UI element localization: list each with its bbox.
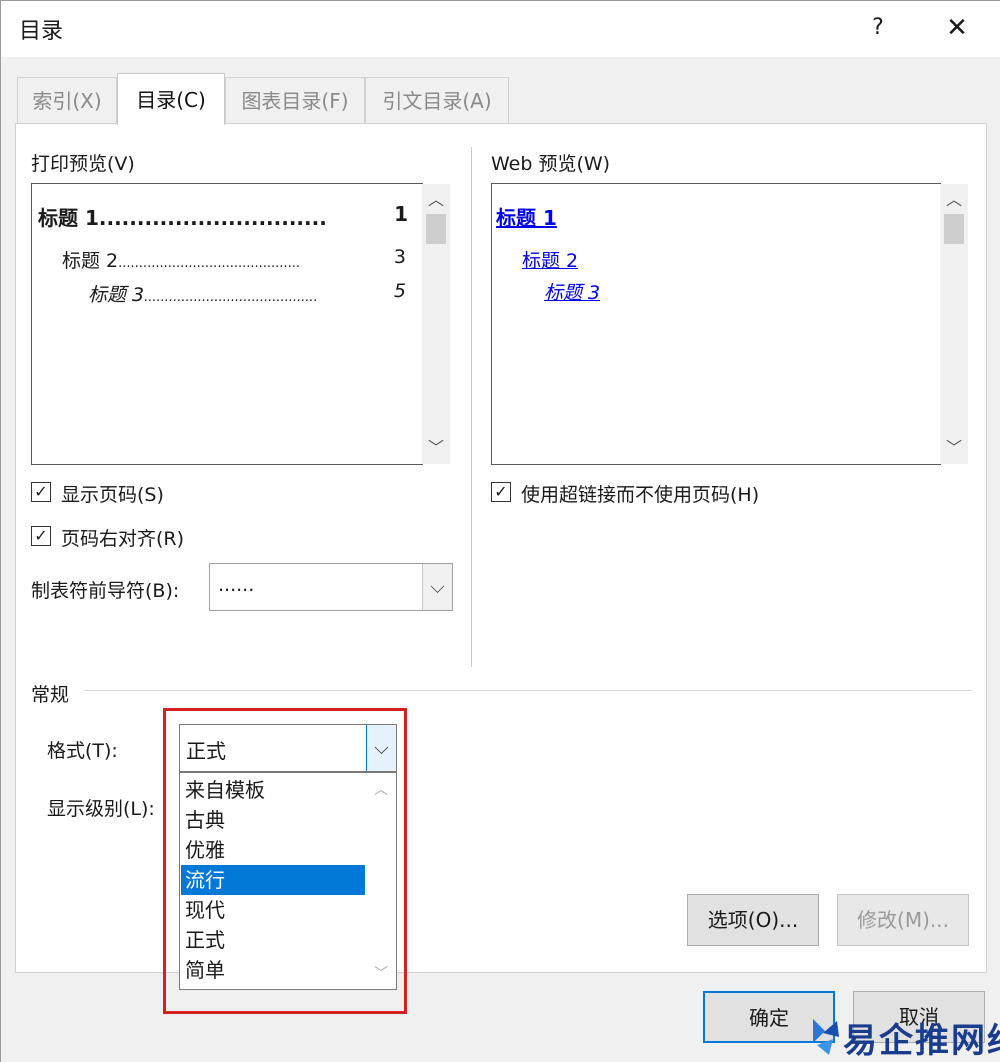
toc-page-2: 3	[393, 246, 406, 268]
web-link-2[interactable]: 标题 2	[522, 246, 578, 273]
list-scroll-up-icon[interactable]: ︿	[370, 779, 392, 801]
title-bar: 目录 ? ✕	[1, 1, 1000, 57]
format-value: 正式	[186, 739, 226, 763]
right-align-checkbox[interactable]: ✓	[31, 526, 51, 546]
print-preview-scrollbar[interactable]: ︿ ﹀	[422, 184, 450, 464]
scroll-up-icon[interactable]: ︿	[940, 186, 968, 214]
scroll-thumb[interactable]	[426, 214, 446, 244]
format-option[interactable]: 现代	[181, 895, 365, 925]
modify-button[interactable]: 修改(M)...	[837, 894, 969, 946]
use-hyperlinks-label[interactable]: 使用超链接而不使用页码(H)	[521, 480, 759, 507]
logo-icon	[813, 1019, 839, 1055]
list-scroll-down-icon[interactable]: ﹀	[370, 963, 392, 985]
toc-page-3: 5	[393, 280, 406, 302]
close-button[interactable]: ✕	[937, 11, 977, 45]
right-align-label[interactable]: 页码右对齐(R)	[61, 524, 184, 551]
column-divider	[471, 147, 472, 667]
chevron-down-icon[interactable]: ⌵	[366, 725, 396, 771]
dialog-title: 目录	[19, 19, 64, 44]
scroll-down-icon[interactable]: ﹀	[422, 434, 450, 462]
format-dropdown-list[interactable]: 来自模板 古典 优雅 流行 现代 正式 简单 ︿ ﹀	[179, 772, 397, 990]
format-option[interactable]: 优雅	[181, 835, 365, 865]
format-option[interactable]: 正式	[181, 925, 365, 955]
web-preview-label: Web 预览(W)	[491, 153, 611, 175]
toc-heading-1: 标题 1	[38, 206, 99, 230]
tab-toc[interactable]: 目录(C)	[117, 73, 225, 125]
scroll-down-icon[interactable]: ﹀	[940, 434, 968, 462]
tab-figures[interactable]: 图表目录(F)	[225, 77, 365, 123]
watermark-logo: 易企推网络	[809, 1009, 1000, 1062]
format-label: 格式(T):	[47, 740, 118, 762]
scroll-thumb[interactable]	[944, 214, 964, 244]
print-preview-line-3: 标题 3....................................…	[88, 280, 406, 307]
show-page-numbers-label[interactable]: 显示页码(S)	[61, 480, 164, 507]
tab-authorities[interactable]: 引文目录(A)	[365, 77, 509, 123]
use-hyperlinks-checkbox[interactable]: ✓	[491, 482, 511, 502]
general-section-label: 常规	[31, 684, 70, 706]
print-preview-box[interactable]: 标题 1.............................. 1 标题 2…	[31, 183, 450, 465]
format-combo[interactable]: 正式 ⌵	[179, 724, 397, 772]
format-option-selected[interactable]: 流行	[181, 865, 365, 895]
format-option[interactable]: 来自模板	[181, 775, 365, 805]
levels-label: 显示级别(L):	[47, 798, 155, 820]
print-preview-label: 打印预览(V)	[31, 153, 135, 175]
web-preview-box[interactable]: 标题 1 标题 2 标题 3 ︿ ﹀	[491, 183, 968, 465]
toc-leader-3: ........................................…	[144, 290, 318, 305]
print-preview-line-2: 标题 2....................................…	[62, 246, 406, 273]
web-link-3[interactable]: 标题 3	[544, 278, 600, 305]
web-link-1[interactable]: 标题 1	[496, 202, 557, 231]
toc-page-1: 1	[394, 202, 408, 226]
format-option[interactable]: 古典	[181, 805, 365, 835]
scroll-up-icon[interactable]: ︿	[422, 186, 450, 214]
help-button[interactable]: ?	[861, 11, 895, 45]
toc-heading-3: 标题 3	[88, 284, 145, 306]
web-preview-scrollbar[interactable]: ︿ ﹀	[940, 184, 968, 464]
tab-leader-value: ......	[218, 574, 255, 596]
toc-heading-2: 标题 2	[62, 250, 119, 272]
format-option[interactable]: 简单	[181, 955, 365, 985]
show-page-numbers-checkbox[interactable]: ✓	[31, 482, 51, 502]
general-divider	[85, 690, 971, 691]
options-button[interactable]: 选项(O)...	[687, 894, 819, 946]
tab-index[interactable]: 索引(X)	[17, 77, 117, 123]
print-preview-line-1: 标题 1.............................. 1	[38, 202, 408, 231]
toc-leader-1: ..............................	[98, 206, 327, 230]
watermark-text: 易企推网络	[843, 1021, 1000, 1061]
toc-leader-2: ........................................…	[118, 256, 300, 271]
tab-leader-label: 制表符前导符(B):	[31, 580, 180, 602]
toc-dialog: 目录 ? ✕ 索引(X) 目录(C) 图表目录(F) 引文目录(A) 打印预览(…	[0, 0, 1000, 1062]
chevron-down-icon[interactable]: ⌵	[422, 564, 452, 610]
tab-leader-combo[interactable]: ...... ⌵	[209, 563, 453, 611]
